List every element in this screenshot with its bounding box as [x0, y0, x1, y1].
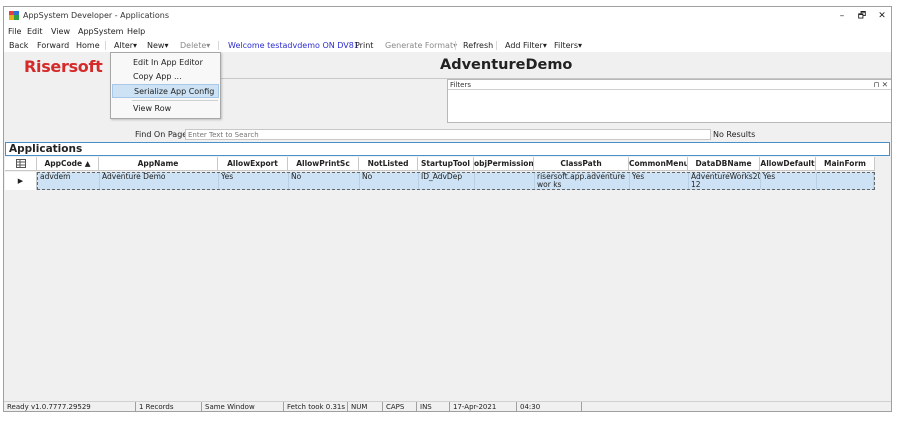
find-row: Find On Page No Results	[4, 128, 891, 141]
toolbar-separator	[455, 41, 456, 50]
col-mainform[interactable]: MainForm	[816, 157, 875, 171]
toolbar-separator	[218, 41, 219, 50]
cell-allowprintsc[interactable]: No	[289, 173, 360, 189]
cell-classpath[interactable]: risersoft.app.adventurewor ks	[535, 173, 630, 189]
col-notlisted[interactable]: NotListed	[359, 157, 418, 171]
col-appcode[interactable]: AppCode ▲	[37, 157, 99, 171]
app-title: AdventureDemo	[440, 57, 573, 73]
menu-item-edit-in-app-editor[interactable]: Edit In App Editor	[112, 56, 219, 70]
menu-item-serialize-app-config[interactable]: Serialize App Config	[112, 84, 219, 98]
status-records: 1 Records	[135, 402, 201, 411]
print-button[interactable]: Print	[355, 41, 373, 50]
menu-help[interactable]: Help	[127, 27, 145, 36]
menu-item-copy-app[interactable]: Copy App ...	[112, 70, 219, 84]
section-title: Applications	[9, 143, 83, 155]
delete-button[interactable]: Delete▾	[180, 41, 210, 50]
col-datadbname[interactable]: DataDBName	[688, 157, 760, 171]
find-input[interactable]	[185, 129, 711, 140]
cell-mainform[interactable]	[817, 173, 874, 189]
add-filter-button[interactable]: Add Filter▾	[505, 41, 547, 50]
cell-startuptool[interactable]: ID_AdvDep	[419, 173, 475, 189]
close-button[interactable]: ✕	[872, 9, 891, 23]
refresh-button[interactable]: Refresh	[463, 41, 493, 50]
status-version: Ready v1.0.7777.29529	[4, 402, 135, 411]
filters-header-line	[448, 89, 891, 90]
applications-section-header: Applications	[5, 142, 890, 156]
col-allowdefault[interactable]: AllowDefault	[760, 157, 816, 171]
filters-panel-controls[interactable]: ⊓ ✕	[873, 80, 888, 89]
find-result: No Results	[713, 130, 756, 139]
forward-button[interactable]: Forward	[37, 41, 69, 50]
restore-button[interactable]: 🗗	[852, 9, 872, 23]
new-button[interactable]: New▾	[147, 41, 168, 50]
app-icon	[9, 11, 19, 20]
status-num: NUM	[347, 402, 382, 411]
toolbar-separator	[105, 41, 106, 50]
row-indicator[interactable]: ▶	[5, 172, 37, 190]
filters-panel: Filters ⊓ ✕	[447, 79, 891, 123]
toolbar-separator	[496, 41, 497, 50]
menu-file[interactable]: File	[8, 27, 21, 36]
cell-appname[interactable]: Adventure Demo	[100, 173, 219, 189]
cell-appcode[interactable]: advdem	[38, 173, 100, 189]
toolbar: Back Forward Home Alter▾ New▾ Delete▾ We…	[4, 38, 891, 52]
filters-button[interactable]: Filters▾	[554, 41, 582, 50]
col-objpermission[interactable]: objPermission	[474, 157, 534, 171]
app-window: AppSystem Developer - Applications – 🗗 ✕…	[3, 6, 892, 412]
grid-select-all[interactable]	[5, 157, 37, 171]
menu-edit[interactable]: Edit	[27, 27, 43, 36]
applications-grid: AppCode ▲ AppName AllowExport AllowPrint…	[5, 157, 891, 402]
minimize-button[interactable]: –	[832, 9, 852, 23]
menu-appsystem[interactable]: AppSystem	[78, 27, 123, 36]
col-startuptool[interactable]: StartupTool	[418, 157, 474, 171]
window-title: AppSystem Developer - Applications	[23, 11, 169, 20]
menu-separator	[132, 100, 218, 101]
back-button[interactable]: Back	[9, 41, 28, 50]
cell-allowexport[interactable]: Yes	[219, 173, 289, 189]
menu-item-view-row[interactable]: View Row	[112, 102, 219, 116]
col-appname[interactable]: AppName	[99, 157, 218, 171]
status-date: 17-Apr-2021	[449, 402, 516, 411]
table-row[interactable]: advdem Adventure Demo Yes No No ID_AdvDe…	[37, 172, 875, 190]
cell-objpermission[interactable]	[475, 173, 535, 189]
col-commonmenu[interactable]: CommonMenu	[629, 157, 688, 171]
col-allowexport[interactable]: AllowExport	[218, 157, 288, 171]
find-label: Find On Page	[135, 130, 188, 139]
status-time: 04:30	[516, 402, 582, 411]
menu-bar: File Edit View AppSystem Help	[4, 25, 891, 38]
title-bar: AppSystem Developer - Applications – 🗗 ✕	[4, 7, 891, 25]
welcome-label: Welcome testadvdemo ON DV81	[228, 41, 359, 50]
status-caps: CAPS	[382, 402, 416, 411]
grid-icon	[15, 159, 26, 168]
status-ins: INS	[416, 402, 449, 411]
home-button[interactable]: Home	[76, 41, 100, 50]
generate-format-button[interactable]: Generate Format▾	[385, 41, 457, 50]
cell-commonmenu[interactable]: Yes	[630, 173, 689, 189]
col-classpath[interactable]: ClassPath	[534, 157, 629, 171]
status-fetch: Fetch took 0.31s	[283, 402, 347, 411]
cell-notlisted[interactable]: No	[360, 173, 419, 189]
alter-button[interactable]: Alter▾	[114, 41, 137, 50]
status-window: Same Window	[201, 402, 283, 411]
risersoft-logo: Risersoft	[24, 57, 103, 76]
cell-allowdefault[interactable]: Yes	[761, 173, 817, 189]
alter-dropdown-menu: Edit In App Editor Copy App ... Serializ…	[110, 52, 221, 119]
filters-label: Filters	[450, 81, 471, 89]
cell-datadbname[interactable]: AdventureWorks20 12	[689, 173, 761, 189]
status-bar: Ready v1.0.7777.29529 1 Records Same Win…	[4, 401, 891, 411]
menu-view[interactable]: View	[51, 27, 70, 36]
col-allowprintsc[interactable]: AllowPrintSc	[288, 157, 359, 171]
